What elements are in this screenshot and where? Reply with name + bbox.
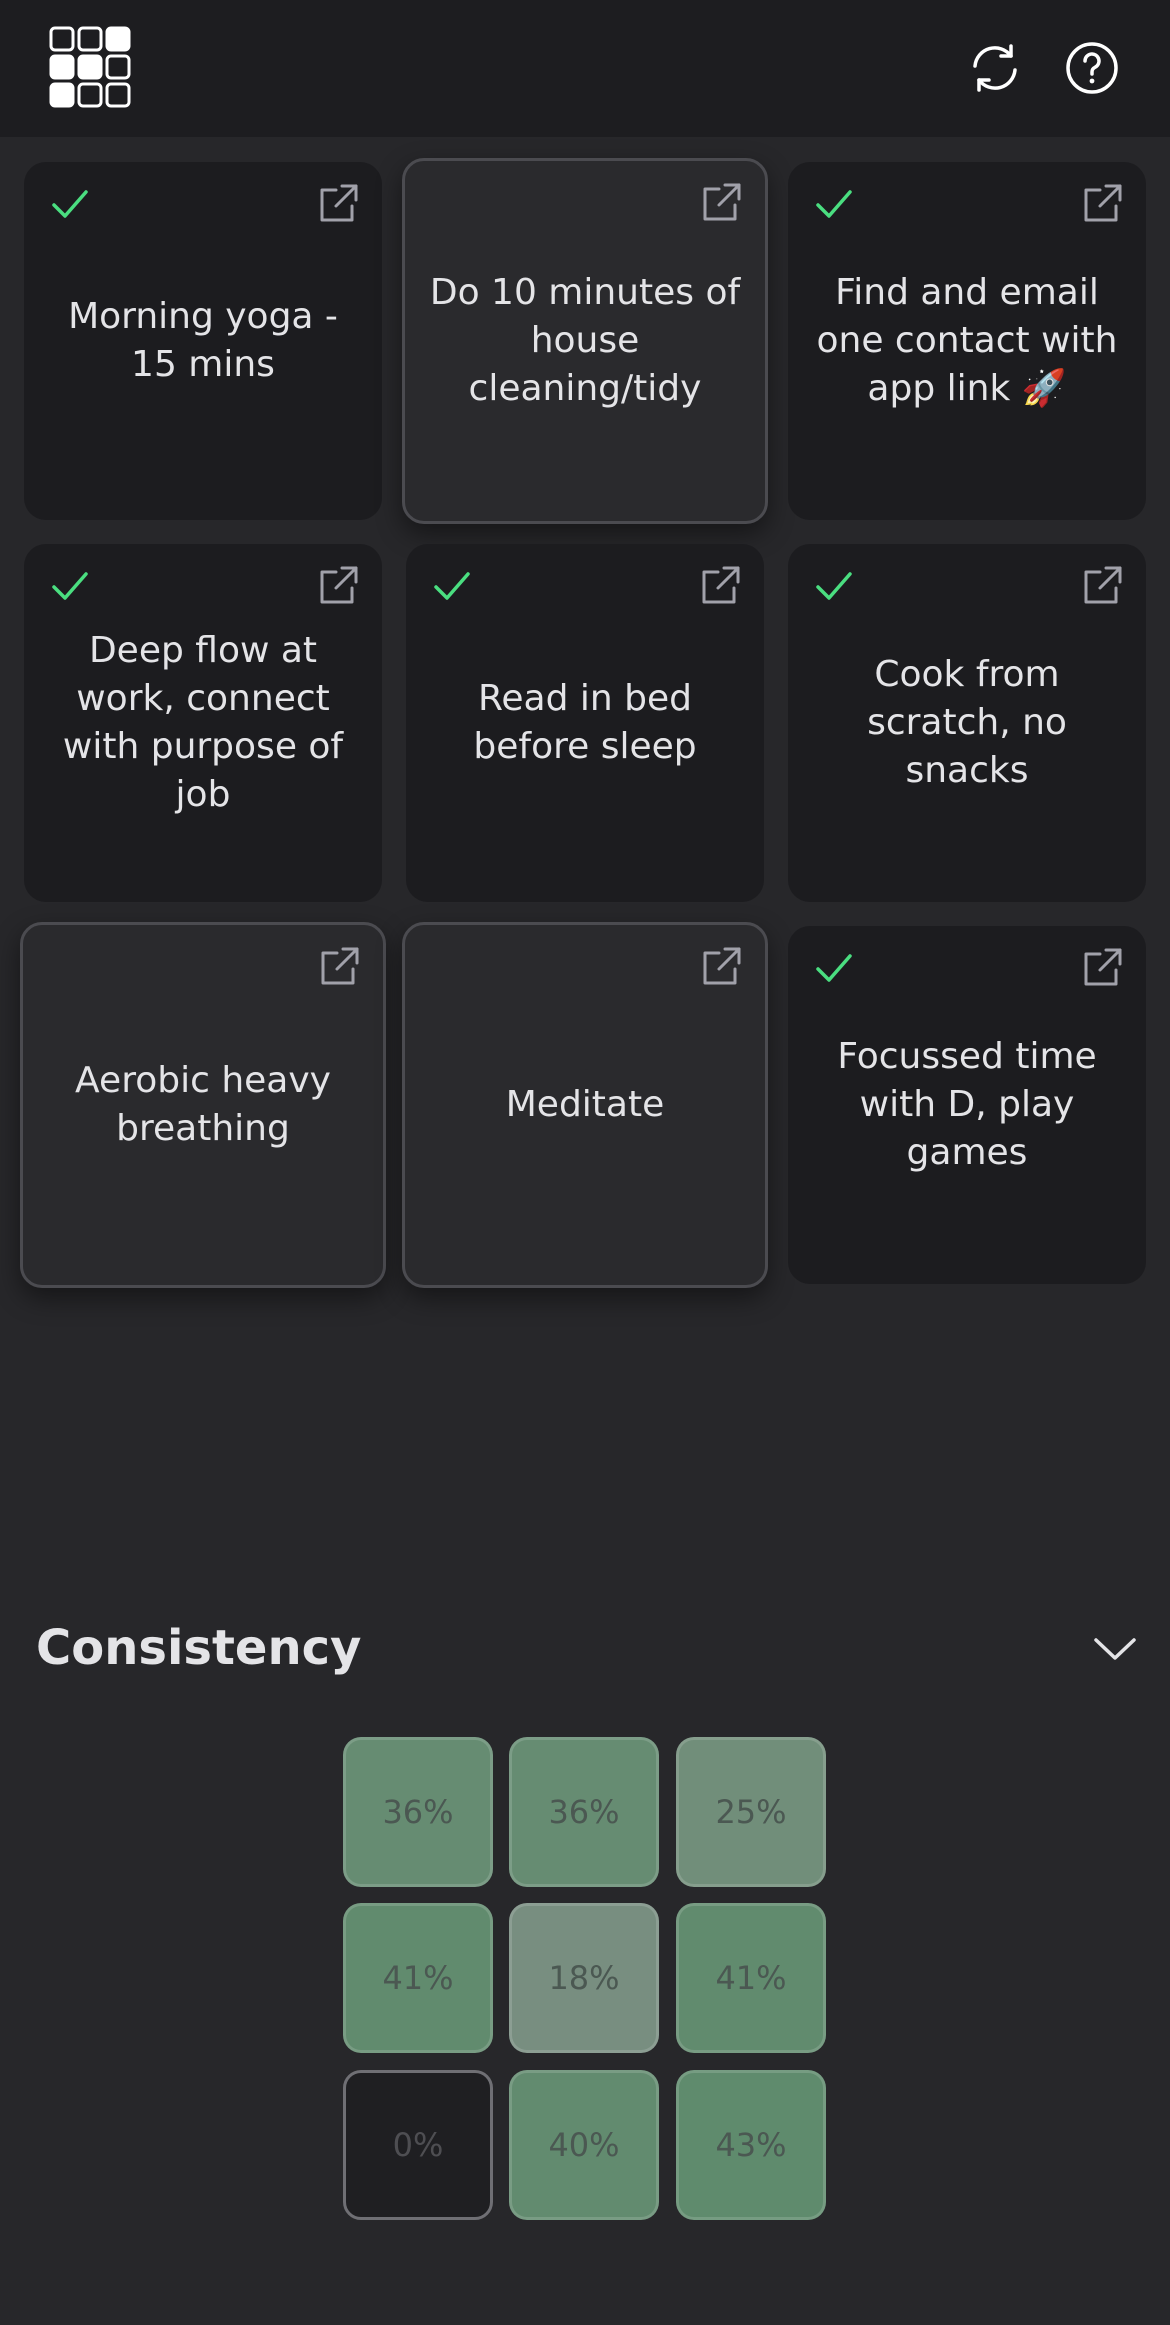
habit-card[interactable]: Deep flow at work, connect with purpose …: [24, 544, 382, 902]
habit-card[interactable]: Do 10 minutes of house cleaning/tidy: [402, 158, 768, 524]
consistency-cell: 43%: [676, 2070, 826, 2220]
habit-label: Read in bed before sleep: [473, 678, 697, 767]
chevron-down-icon[interactable]: [1092, 1628, 1138, 1668]
consistency-cell: 36%: [343, 1737, 493, 1887]
habit-grid: Morning yoga - 15 mins Do 10 minutes of h…: [0, 0, 1170, 1300]
habit-card[interactable]: Cook from scratch, no snacks: [788, 544, 1146, 902]
consistency-cell: 18%: [509, 1903, 659, 2053]
habit-label: Focussed time with D, play games: [837, 1036, 1097, 1173]
habit-label: Morning yoga - 15 mins: [68, 296, 338, 385]
habit-card[interactable]: Aerobic heavy breathing: [20, 922, 386, 1288]
consistency-cell: 0%: [343, 2070, 493, 2220]
habit-label: Cook from scratch, no snacks: [867, 654, 1067, 791]
habit-label: Deep flow at work, connect with purpose …: [62, 630, 344, 815]
habit-card[interactable]: Read in bed before sleep: [406, 544, 764, 902]
consistency-cell: 36%: [509, 1737, 659, 1887]
habit-card[interactable]: Find and email one contact with app link…: [788, 162, 1146, 520]
habit-label: Meditate: [505, 1084, 665, 1125]
consistency-cell: 25%: [676, 1737, 826, 1887]
habit-label: Find and email one contact with app link…: [816, 272, 1118, 409]
habit-label: Do 10 minutes of house cleaning/tidy: [429, 272, 741, 409]
consistency-cell: 41%: [676, 1903, 826, 2053]
habit-card[interactable]: Morning yoga - 15 mins: [24, 162, 382, 520]
consistency-cell: 40%: [509, 2070, 659, 2220]
habit-card[interactable]: Focussed time with D, play games: [788, 926, 1146, 1284]
consistency-cell: 41%: [343, 1903, 493, 2053]
habit-card[interactable]: Meditate: [402, 922, 768, 1288]
consistency-title: Consistency: [36, 1620, 362, 1676]
habit-label: Aerobic heavy breathing: [75, 1060, 331, 1149]
